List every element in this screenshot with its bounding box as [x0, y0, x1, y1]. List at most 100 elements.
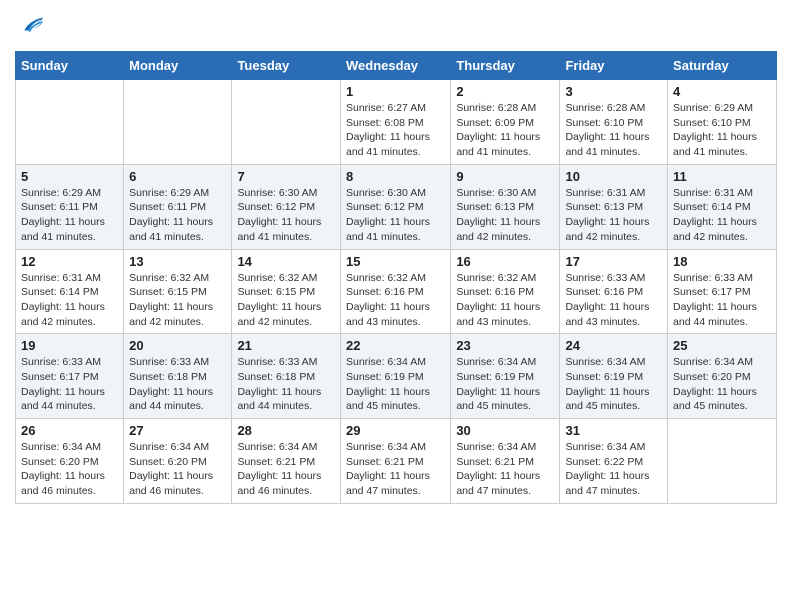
day-info: Sunrise: 6:29 AMSunset: 6:11 PMDaylight:…	[129, 186, 226, 245]
day-number: 12	[21, 254, 118, 269]
weekday-header-sunday: Sunday	[16, 52, 124, 80]
day-info: Sunrise: 6:32 AMSunset: 6:15 PMDaylight:…	[237, 271, 335, 330]
day-info: Sunrise: 6:34 AMSunset: 6:19 PMDaylight:…	[565, 355, 662, 414]
day-number: 6	[129, 169, 226, 184]
day-number: 28	[237, 423, 335, 438]
calendar-day-9: 9 Sunrise: 6:30 AMSunset: 6:13 PMDaylight…	[451, 164, 560, 249]
calendar-day-27: 27Sunrise: 6:34 AMSunset: 6:20 PMDayligh…	[124, 419, 232, 504]
day-number: 3	[565, 84, 662, 99]
day-info: Sunrise: 6:30 AMSunset: 6:12 PMDaylight:…	[346, 186, 445, 245]
day-number: 21	[237, 338, 335, 353]
logo	[15, 10, 45, 43]
day-info: Sunrise: 6:32 AMSunset: 6:15 PMDaylight:…	[129, 271, 226, 330]
calendar-day-14: 14 Sunrise: 6:32 AMSunset: 6:15 PMDayligh…	[232, 249, 341, 334]
calendar-week-row: 12 Sunrise: 6:31 AMSunset: 6:14 PMDayligh…	[16, 249, 777, 334]
calendar-day-23: 23Sunrise: 6:34 AMSunset: 6:19 PMDayligh…	[451, 334, 560, 419]
calendar-day-6: 6 Sunrise: 6:29 AMSunset: 6:11 PMDaylight…	[124, 164, 232, 249]
day-number: 17	[565, 254, 662, 269]
calendar-day-16: 16Sunrise: 6:32 AMSunset: 6:16 PMDayligh…	[451, 249, 560, 334]
day-number: 23	[456, 338, 554, 353]
day-number: 25	[673, 338, 771, 353]
calendar-table: SundayMondayTuesdayWednesdayThursdayFrid…	[15, 51, 777, 504]
calendar-day-15: 15Sunrise: 6:32 AMSunset: 6:16 PMDayligh…	[340, 249, 450, 334]
calendar-day-13: 13 Sunrise: 6:32 AMSunset: 6:15 PMDayligh…	[124, 249, 232, 334]
day-info: Sunrise: 6:34 AMSunset: 6:21 PMDaylight:…	[237, 440, 335, 499]
calendar-week-row: 26 Sunrise: 6:34 AMSunset: 6:20 PMDayligh…	[16, 419, 777, 504]
calendar-week-row: 1 Sunrise: 6:27 AMSunset: 6:08 PMDaylight…	[16, 80, 777, 165]
day-info: Sunrise: 6:34 AMSunset: 6:22 PMDaylight:…	[565, 440, 662, 499]
day-number: 14	[237, 254, 335, 269]
calendar-day-28: 28 Sunrise: 6:34 AMSunset: 6:21 PMDayligh…	[232, 419, 341, 504]
day-info: Sunrise: 6:33 AMSunset: 6:17 PMDaylight:…	[21, 355, 118, 414]
calendar-container: SundayMondayTuesdayWednesdayThursdayFrid…	[0, 0, 792, 519]
day-number: 2	[456, 84, 554, 99]
calendar-day-24: 24 Sunrise: 6:34 AMSunset: 6:19 PMDayligh…	[560, 334, 668, 419]
day-number: 7	[237, 169, 335, 184]
calendar-day-18: 18 Sunrise: 6:33 AMSunset: 6:17 PMDayligh…	[668, 249, 777, 334]
calendar-day-8: 8 Sunrise: 6:30 AMSunset: 6:12 PMDaylight…	[340, 164, 450, 249]
day-info: Sunrise: 6:31 AMSunset: 6:14 PMDaylight:…	[673, 186, 771, 245]
calendar-empty-cell	[124, 80, 232, 165]
day-info: Sunrise: 6:34 AMSunset: 6:19 PMDaylight:…	[346, 355, 445, 414]
day-number: 11	[673, 169, 771, 184]
day-info: Sunrise: 6:34 AMSunset: 6:21 PMDaylight:…	[456, 440, 554, 499]
day-number: 27	[129, 423, 226, 438]
calendar-day-31: 31 Sunrise: 6:34 AMSunset: 6:22 PMDayligh…	[560, 419, 668, 504]
calendar-empty-cell	[232, 80, 341, 165]
day-info: Sunrise: 6:28 AMSunset: 6:10 PMDaylight:…	[565, 101, 662, 160]
day-info: Sunrise: 6:29 AMSunset: 6:10 PMDaylight:…	[673, 101, 771, 160]
day-number: 1	[346, 84, 445, 99]
day-info: Sunrise: 6:31 AMSunset: 6:14 PMDaylight:…	[21, 271, 118, 330]
day-number: 22	[346, 338, 445, 353]
day-info: Sunrise: 6:27 AMSunset: 6:08 PMDaylight:…	[346, 101, 445, 160]
day-number: 10	[565, 169, 662, 184]
day-number: 13	[129, 254, 226, 269]
calendar-day-20: 20 Sunrise: 6:33 AMSunset: 6:18 PMDayligh…	[124, 334, 232, 419]
day-info: Sunrise: 6:33 AMSunset: 6:18 PMDaylight:…	[237, 355, 335, 414]
day-number: 31	[565, 423, 662, 438]
day-info: Sunrise: 6:33 AMSunset: 6:18 PMDaylight:…	[129, 355, 226, 414]
calendar-day-3: 3 Sunrise: 6:28 AMSunset: 6:10 PMDaylight…	[560, 80, 668, 165]
day-number: 5	[21, 169, 118, 184]
calendar-week-row: 19 Sunrise: 6:33 AMSunset: 6:17 PMDayligh…	[16, 334, 777, 419]
weekday-header-friday: Friday	[560, 52, 668, 80]
weekday-header-saturday: Saturday	[668, 52, 777, 80]
day-number: 19	[21, 338, 118, 353]
weekday-header-tuesday: Tuesday	[232, 52, 341, 80]
day-number: 4	[673, 84, 771, 99]
header	[15, 10, 777, 43]
weekday-header-row: SundayMondayTuesdayWednesdayThursdayFrid…	[16, 52, 777, 80]
calendar-day-4: 4 Sunrise: 6:29 AMSunset: 6:10 PMDaylight…	[668, 80, 777, 165]
calendar-day-26: 26 Sunrise: 6:34 AMSunset: 6:20 PMDayligh…	[16, 419, 124, 504]
day-number: 18	[673, 254, 771, 269]
calendar-day-17: 17Sunrise: 6:33 AMSunset: 6:16 PMDayligh…	[560, 249, 668, 334]
day-number: 9	[456, 169, 554, 184]
day-number: 24	[565, 338, 662, 353]
calendar-day-30: 30Sunrise: 6:34 AMSunset: 6:21 PMDayligh…	[451, 419, 560, 504]
calendar-day-12: 12 Sunrise: 6:31 AMSunset: 6:14 PMDayligh…	[16, 249, 124, 334]
calendar-day-7: 7 Sunrise: 6:30 AMSunset: 6:12 PMDaylight…	[232, 164, 341, 249]
day-info: Sunrise: 6:34 AMSunset: 6:20 PMDaylight:…	[21, 440, 118, 499]
day-number: 8	[346, 169, 445, 184]
weekday-header-thursday: Thursday	[451, 52, 560, 80]
day-info: Sunrise: 6:30 AMSunset: 6:13 PMDaylight:…	[456, 186, 554, 245]
calendar-week-row: 5 Sunrise: 6:29 AMSunset: 6:11 PMDaylight…	[16, 164, 777, 249]
calendar-day-1: 1 Sunrise: 6:27 AMSunset: 6:08 PMDaylight…	[340, 80, 450, 165]
calendar-day-21: 21 Sunrise: 6:33 AMSunset: 6:18 PMDayligh…	[232, 334, 341, 419]
calendar-day-29: 29Sunrise: 6:34 AMSunset: 6:21 PMDayligh…	[340, 419, 450, 504]
calendar-day-25: 25 Sunrise: 6:34 AMSunset: 6:20 PMDayligh…	[668, 334, 777, 419]
day-info: Sunrise: 6:34 AMSunset: 6:21 PMDaylight:…	[346, 440, 445, 499]
day-number: 15	[346, 254, 445, 269]
day-info: Sunrise: 6:29 AMSunset: 6:11 PMDaylight:…	[21, 186, 118, 245]
day-info: Sunrise: 6:33 AMSunset: 6:17 PMDaylight:…	[673, 271, 771, 330]
weekday-header-wednesday: Wednesday	[340, 52, 450, 80]
day-number: 20	[129, 338, 226, 353]
day-info: Sunrise: 6:32 AMSunset: 6:16 PMDaylight:…	[456, 271, 554, 330]
calendar-day-10: 10Sunrise: 6:31 AMSunset: 6:13 PMDayligh…	[560, 164, 668, 249]
day-number: 26	[21, 423, 118, 438]
day-info: Sunrise: 6:30 AMSunset: 6:12 PMDaylight:…	[237, 186, 335, 245]
day-info: Sunrise: 6:34 AMSunset: 6:20 PMDaylight:…	[673, 355, 771, 414]
calendar-day-5: 5 Sunrise: 6:29 AMSunset: 6:11 PMDaylight…	[16, 164, 124, 249]
logo-bird-icon	[17, 10, 45, 38]
calendar-empty-cell	[16, 80, 124, 165]
